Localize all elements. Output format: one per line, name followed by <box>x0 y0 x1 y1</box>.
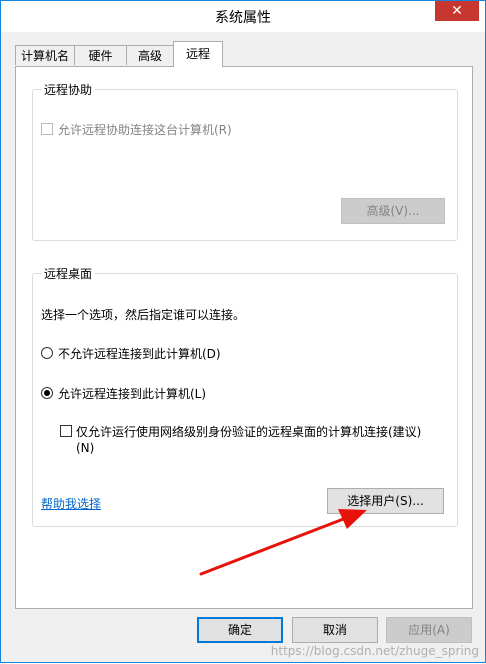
annotation-arrow <box>199 509 367 576</box>
watermark-text: https://blog.csdn.net/zhuge_spring <box>270 644 479 658</box>
tab-remote[interactable]: 远程 <box>173 41 223 67</box>
annotation-arrow-shaft <box>199 516 348 576</box>
system-properties-dialog: 系统属性 ✕ 计算机名 硬件 高级 远程 远程协助 允许远程协助连接这台计算机(… <box>0 0 486 663</box>
